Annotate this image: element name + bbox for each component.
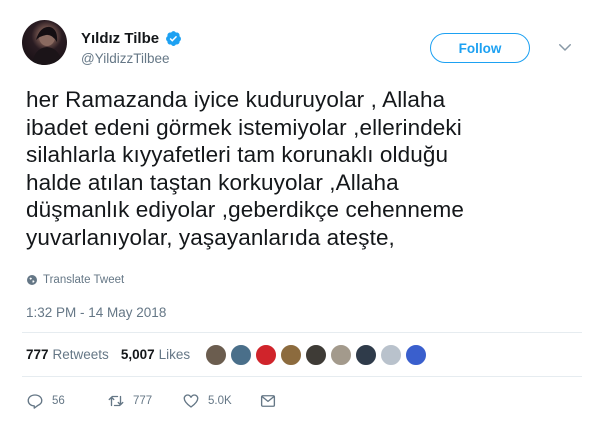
- retweet-count: 777: [133, 395, 153, 407]
- liker-avatar[interactable]: [230, 344, 252, 366]
- chevron-down-icon[interactable]: [556, 38, 574, 56]
- tweet-stats: 777 Retweets 5,007 Likes: [26, 344, 202, 364]
- envelope-icon: [260, 395, 276, 407]
- reply-button[interactable]: 56: [26, 392, 65, 410]
- translate-tweet-link[interactable]: Translate Tweet: [26, 274, 124, 286]
- reply-icon: [27, 394, 43, 409]
- likes-count[interactable]: 5,007: [121, 347, 155, 362]
- likes-label[interactable]: Likes: [159, 347, 191, 362]
- retweet-icon: [108, 395, 124, 407]
- divider: [22, 376, 582, 377]
- liker-avatar[interactable]: [205, 344, 227, 366]
- tweet-timestamp[interactable]: 1:32 PM - 14 May 2018: [26, 305, 166, 320]
- user-name-row: Yıldız Tilbe: [81, 28, 182, 48]
- liker-avatar[interactable]: [405, 344, 427, 366]
- liker-avatar[interactable]: [255, 344, 277, 366]
- reply-count: 56: [52, 395, 65, 407]
- liker-avatar[interactable]: [355, 344, 377, 366]
- avatar[interactable]: [22, 20, 67, 65]
- liker-avatar[interactable]: [330, 344, 352, 366]
- retweets-label[interactable]: Retweets: [53, 347, 109, 362]
- translate-tweet-label: Translate Tweet: [43, 274, 125, 286]
- tweet-text: her Ramazanda iyice kuduruyolar , Allaha…: [26, 87, 465, 250]
- follow-button[interactable]: Follow: [430, 33, 530, 63]
- retweet-button[interactable]: 777: [107, 392, 152, 410]
- liker-avatar[interactable]: [380, 344, 402, 366]
- display-name[interactable]: Yıldız Tilbe: [81, 30, 159, 47]
- like-button[interactable]: 5.0K: [182, 392, 232, 410]
- divider: [22, 332, 582, 333]
- user-handle[interactable]: @YildizzTilbee: [81, 51, 169, 66]
- like-count: 5.0K: [208, 395, 232, 407]
- liker-avatar[interactable]: [305, 344, 327, 366]
- verified-badge-icon: [166, 30, 182, 46]
- heart-icon: [183, 394, 199, 408]
- retweets-count[interactable]: 777: [26, 347, 49, 362]
- globe-icon: [27, 275, 37, 285]
- tweet-card: Yıldız Tilbe @YildizzTilbee Follow her R…: [0, 0, 598, 435]
- liker-avatar[interactable]: [280, 344, 302, 366]
- direct-message-button[interactable]: [259, 392, 277, 410]
- liker-avatars: [205, 344, 427, 366]
